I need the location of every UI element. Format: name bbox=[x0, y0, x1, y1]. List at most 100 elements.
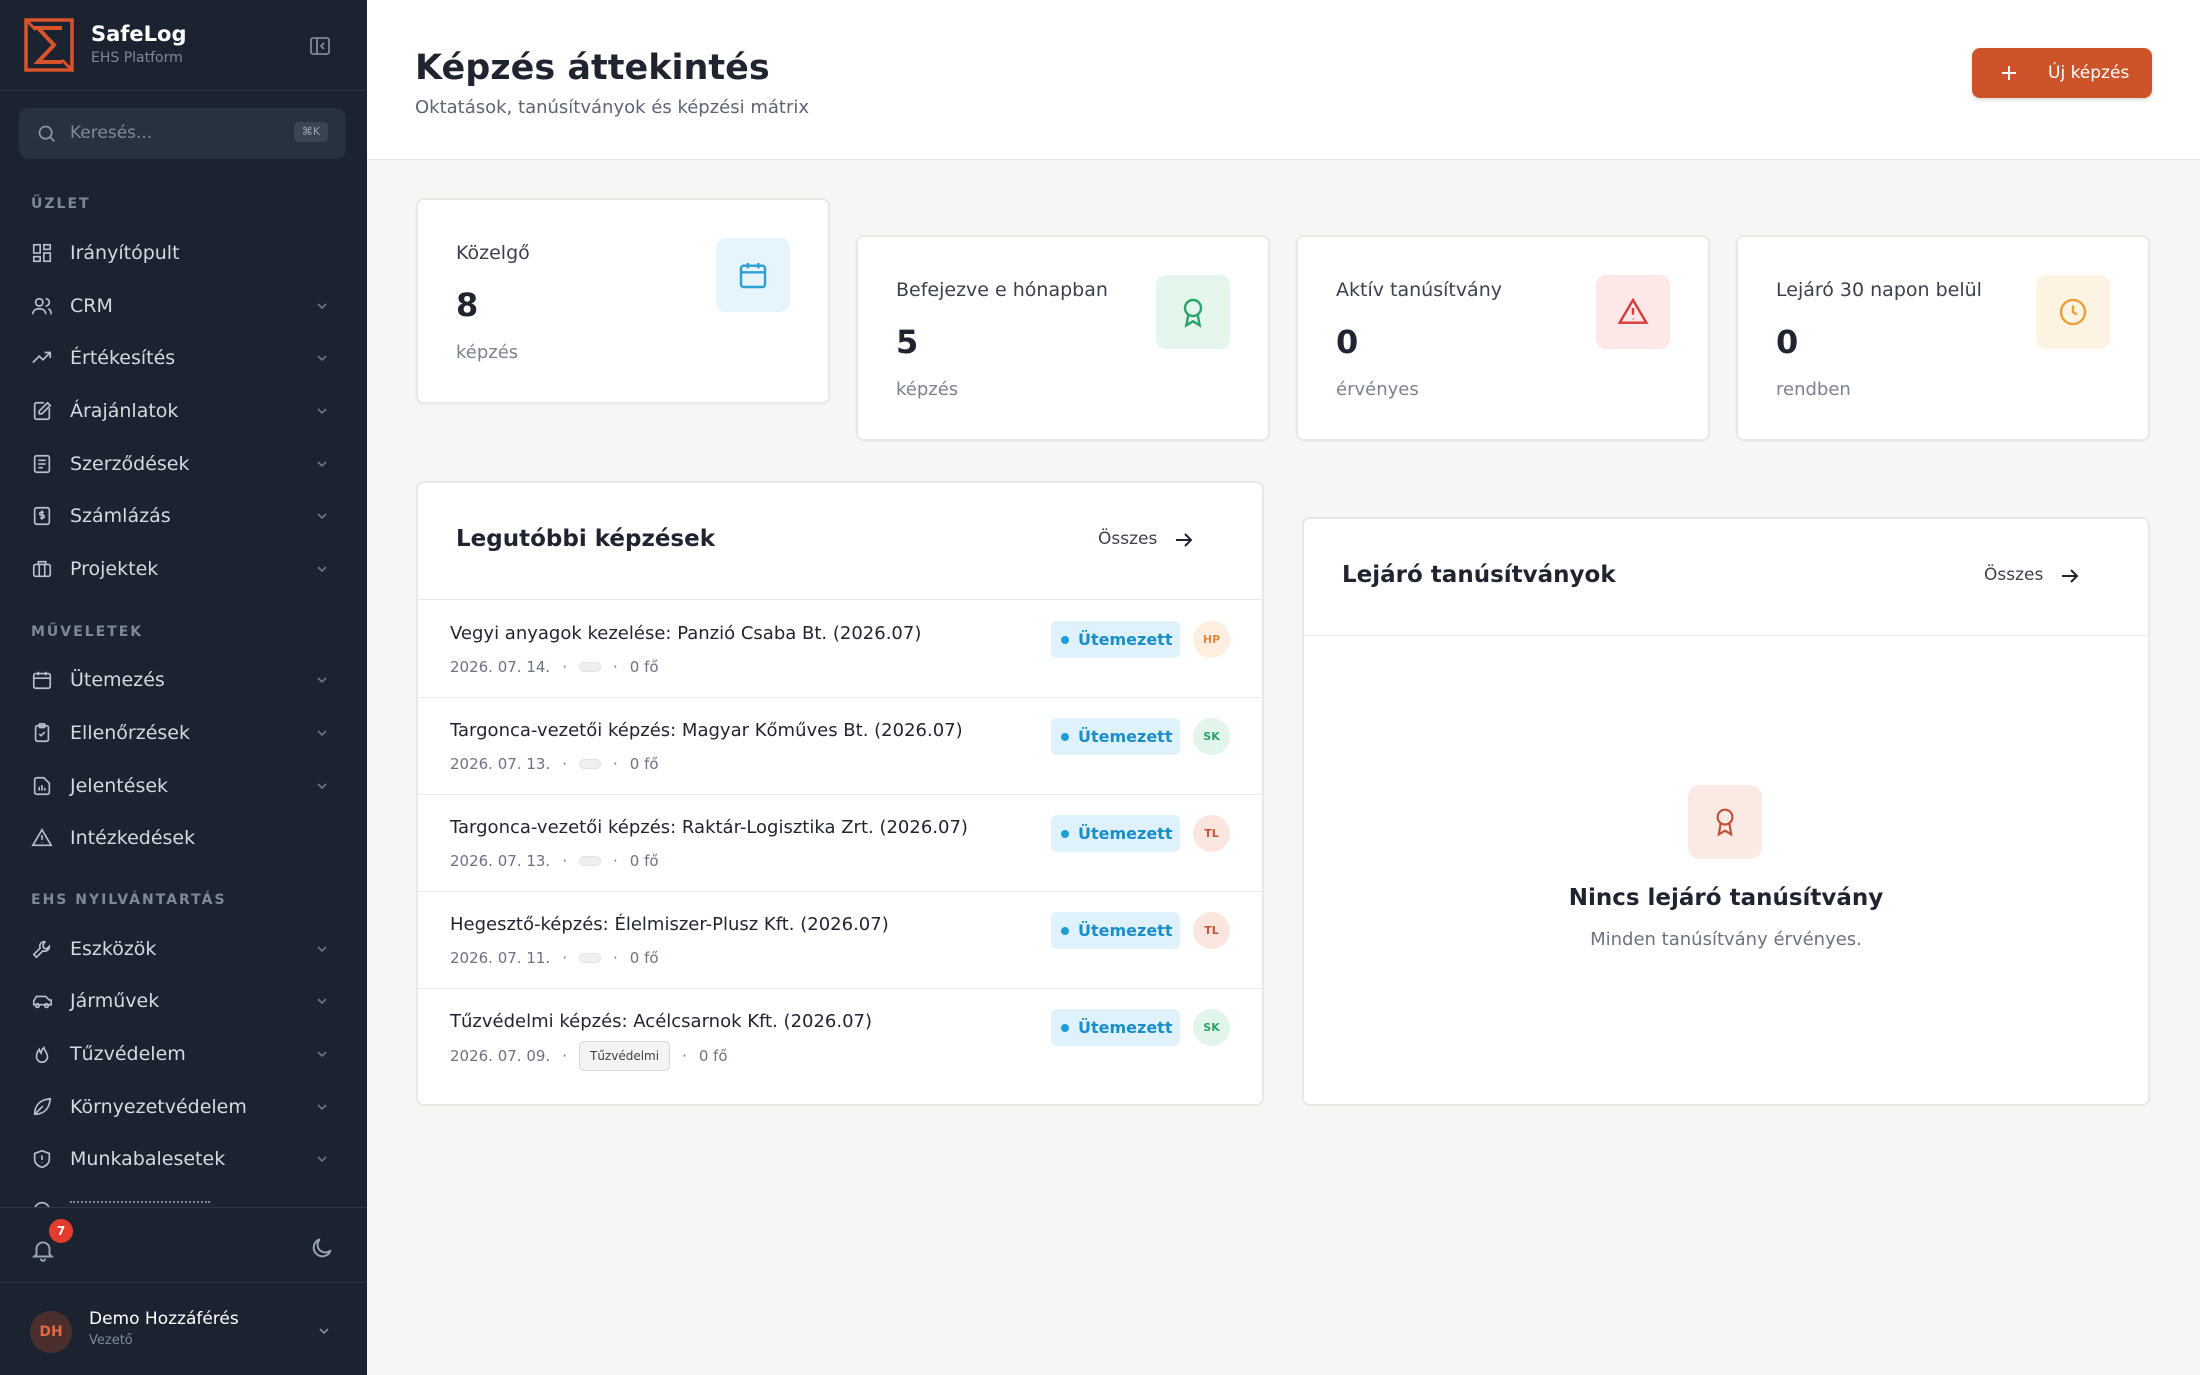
sidebar-item-crm[interactable]: CRM bbox=[19, 284, 346, 328]
sidebar-item-label: Projektek bbox=[70, 558, 159, 580]
chevron-down-icon bbox=[319, 1328, 329, 1335]
status-badge: Ütemezett bbox=[1051, 621, 1180, 658]
sidebar-item-iranyitopult[interactable]: Irányítópult bbox=[19, 231, 346, 275]
training-date: 2026. 07. 14. bbox=[450, 658, 551, 676]
sidebar-item-kornyezetvedelem[interactable]: Környezetvédelem bbox=[19, 1085, 346, 1129]
sidebar-item-label: Szerződések bbox=[70, 453, 190, 475]
panel-header: Legutóbbi képzések Összes bbox=[418, 483, 1262, 600]
chevron-down-icon bbox=[317, 303, 327, 310]
new-training-button[interactable]: Új képzés bbox=[1972, 48, 2152, 98]
status-label: Ütemezett bbox=[1078, 727, 1173, 746]
sidebar-item-munkabalesetek[interactable]: Munkabalesetek bbox=[19, 1137, 346, 1181]
training-meta: 2026. 07. 09. · Tűzvédelmi · 0 fő bbox=[450, 1041, 728, 1071]
sidebar-item-jelentesek[interactable]: Jelentések bbox=[19, 764, 346, 808]
meta-separator: · bbox=[562, 755, 567, 773]
sidebar-item-label: Ellenőrzések bbox=[70, 722, 190, 744]
stat-value: 8 bbox=[456, 286, 479, 324]
meta-separator: · bbox=[612, 658, 618, 676]
arrow-right-icon[interactable] bbox=[2059, 565, 2081, 587]
sidebar-item-eszkozok[interactable]: Eszközök bbox=[19, 927, 346, 971]
table-row[interactable]: Tűzvédelmi képzés: Acélcsarnok Kft. (202… bbox=[418, 989, 1262, 1106]
chevron-down-icon bbox=[317, 730, 327, 737]
moon-icon[interactable] bbox=[309, 1235, 335, 1261]
table-row[interactable]: Vegyi anyagok kezelése: Panzió Csaba Bt.… bbox=[418, 601, 1262, 698]
chevron-down-icon bbox=[317, 946, 327, 953]
table-row[interactable]: Hegesztő-képzés: Élelmiszer-Plusz Kft. (… bbox=[418, 892, 1262, 989]
sidebar-item-ellenorzesek[interactable]: Ellenőrzések bbox=[19, 711, 346, 755]
status-label: Ütemezett bbox=[1078, 1018, 1173, 1037]
status-badge: Ütemezett bbox=[1051, 815, 1180, 852]
search-input[interactable]: Keresés... ⌘K bbox=[19, 108, 346, 159]
chevron-down-icon bbox=[317, 1104, 327, 1111]
status-dot bbox=[1061, 927, 1069, 935]
chevron-down-icon bbox=[317, 783, 327, 790]
training-date: 2026. 07. 09. bbox=[450, 1047, 551, 1065]
training-tag: Tűzvédelmi bbox=[578, 1041, 671, 1071]
stat-card-active-certificates[interactable]: Aktív tanúsítvány 0 érvényes bbox=[1296, 235, 1710, 441]
sidebar-item-label: Árajánlatok bbox=[70, 400, 179, 422]
user-role: Vezető bbox=[89, 1333, 133, 1348]
training-title: Targonca-vezetői képzés: Raktár-Logiszti… bbox=[450, 817, 968, 838]
sidebar-item-szamlazas[interactable]: Számlázás bbox=[19, 494, 346, 538]
sidebar-footer: 7 DH Demo Hozzáférés Vezető bbox=[0, 1207, 367, 1375]
section-label-uzlet: ÜZLET bbox=[31, 196, 91, 212]
status-label: Ütemezett bbox=[1078, 824, 1173, 843]
stat-value: 0 bbox=[1776, 323, 1799, 361]
section-label-muveletek: MŰVELETEK bbox=[31, 624, 144, 640]
sidebar-item-utemezes[interactable]: Ütemezés bbox=[19, 658, 346, 702]
training-attendees: 0 fő bbox=[698, 1047, 728, 1065]
clock-icon bbox=[2059, 298, 2087, 326]
meta-separator: · bbox=[562, 1047, 567, 1065]
brand-subtitle: EHS Platform bbox=[91, 50, 183, 66]
stat-card-completed[interactable]: Befejezve e hónapban 5 képzés bbox=[856, 235, 1270, 441]
sidebar-item-label: Jelentések bbox=[70, 775, 169, 797]
stat-label: Aktív tanúsítvány bbox=[1336, 279, 1502, 301]
sidebar-item-label: Számlázás bbox=[70, 505, 171, 527]
shield-icon bbox=[33, 1149, 51, 1169]
bell-icon[interactable] bbox=[30, 1237, 56, 1263]
recent-trainings-panel: Legutóbbi képzések Összes Vegyi anyagok … bbox=[416, 481, 1264, 1106]
training-date: 2026. 07. 13. bbox=[450, 852, 551, 870]
training-attendees: 0 fő bbox=[629, 755, 659, 773]
alert-triangle-icon bbox=[31, 828, 53, 847]
sidebar-item-szerzodesek[interactable]: Szerződések bbox=[19, 442, 346, 486]
search-icon bbox=[38, 125, 55, 142]
calendar-icon bbox=[32, 671, 52, 690]
sidebar-item-arajanlatok[interactable]: Árajánlatok bbox=[19, 389, 346, 433]
notification-badge: 7 bbox=[49, 1219, 73, 1243]
meta-separator: · bbox=[612, 949, 618, 967]
training-attendees: 0 fő bbox=[629, 852, 659, 870]
view-all-link[interactable]: Összes bbox=[1098, 529, 1157, 549]
sidebar-item-label: Irányítópult bbox=[70, 242, 180, 264]
stat-card-expiring[interactable]: Lejáró 30 napon belül 0 rendben bbox=[1736, 235, 2150, 441]
section-label-ehs-nyilvantartas: EHS NYILVÁNTARTÁS bbox=[31, 892, 227, 908]
safelog-logo-icon[interactable] bbox=[24, 18, 74, 72]
table-row[interactable]: Targonca-vezetői képzés: Magyar Kőműves … bbox=[418, 698, 1262, 795]
chevron-down-icon bbox=[317, 566, 327, 573]
training-meta: 2026. 07. 14. · · 0 fő bbox=[450, 658, 659, 676]
sidebar-item-jarmuvek[interactable]: Járművek bbox=[19, 979, 346, 1023]
chevron-down-icon bbox=[317, 408, 327, 415]
sidebar-item-projektek[interactable]: Projektek bbox=[19, 547, 346, 591]
training-tag-empty bbox=[578, 759, 601, 769]
user-menu[interactable]: DH Demo Hozzáférés Vezető bbox=[0, 1282, 367, 1375]
stat-value: 5 bbox=[896, 323, 919, 361]
leaf-icon bbox=[33, 1097, 52, 1116]
stat-label: Befejezve e hónapban bbox=[896, 279, 1108, 301]
table-row[interactable]: Targonca-vezetői képzés: Raktár-Logiszti… bbox=[418, 795, 1262, 892]
sidebar-item-intezkedesek[interactable]: Intézkedések bbox=[19, 816, 346, 860]
sidebar-item-label: Ütemezés bbox=[70, 669, 165, 691]
stat-label: Közelgő bbox=[456, 242, 530, 264]
sidebar-item-ertekesites[interactable]: Értékesítés bbox=[19, 336, 346, 380]
sidebar-item-label: Eszközök bbox=[70, 938, 157, 960]
sidebar-collapse-icon[interactable] bbox=[308, 34, 332, 58]
alert-triangle-icon bbox=[1617, 297, 1649, 324]
stat-unit: érvényes bbox=[1336, 379, 1419, 400]
view-all-link[interactable]: Összes bbox=[1984, 565, 2043, 585]
training-attendees: 0 fő bbox=[629, 658, 659, 676]
stat-card-upcoming[interactable]: Közelgő 8 képzés bbox=[416, 198, 830, 404]
avatar: SK bbox=[1193, 1009, 1230, 1046]
wrench-icon bbox=[32, 940, 51, 959]
sidebar-item-tuzvedelem[interactable]: Tűzvédelem bbox=[19, 1032, 346, 1076]
arrow-right-icon[interactable] bbox=[1173, 529, 1195, 551]
